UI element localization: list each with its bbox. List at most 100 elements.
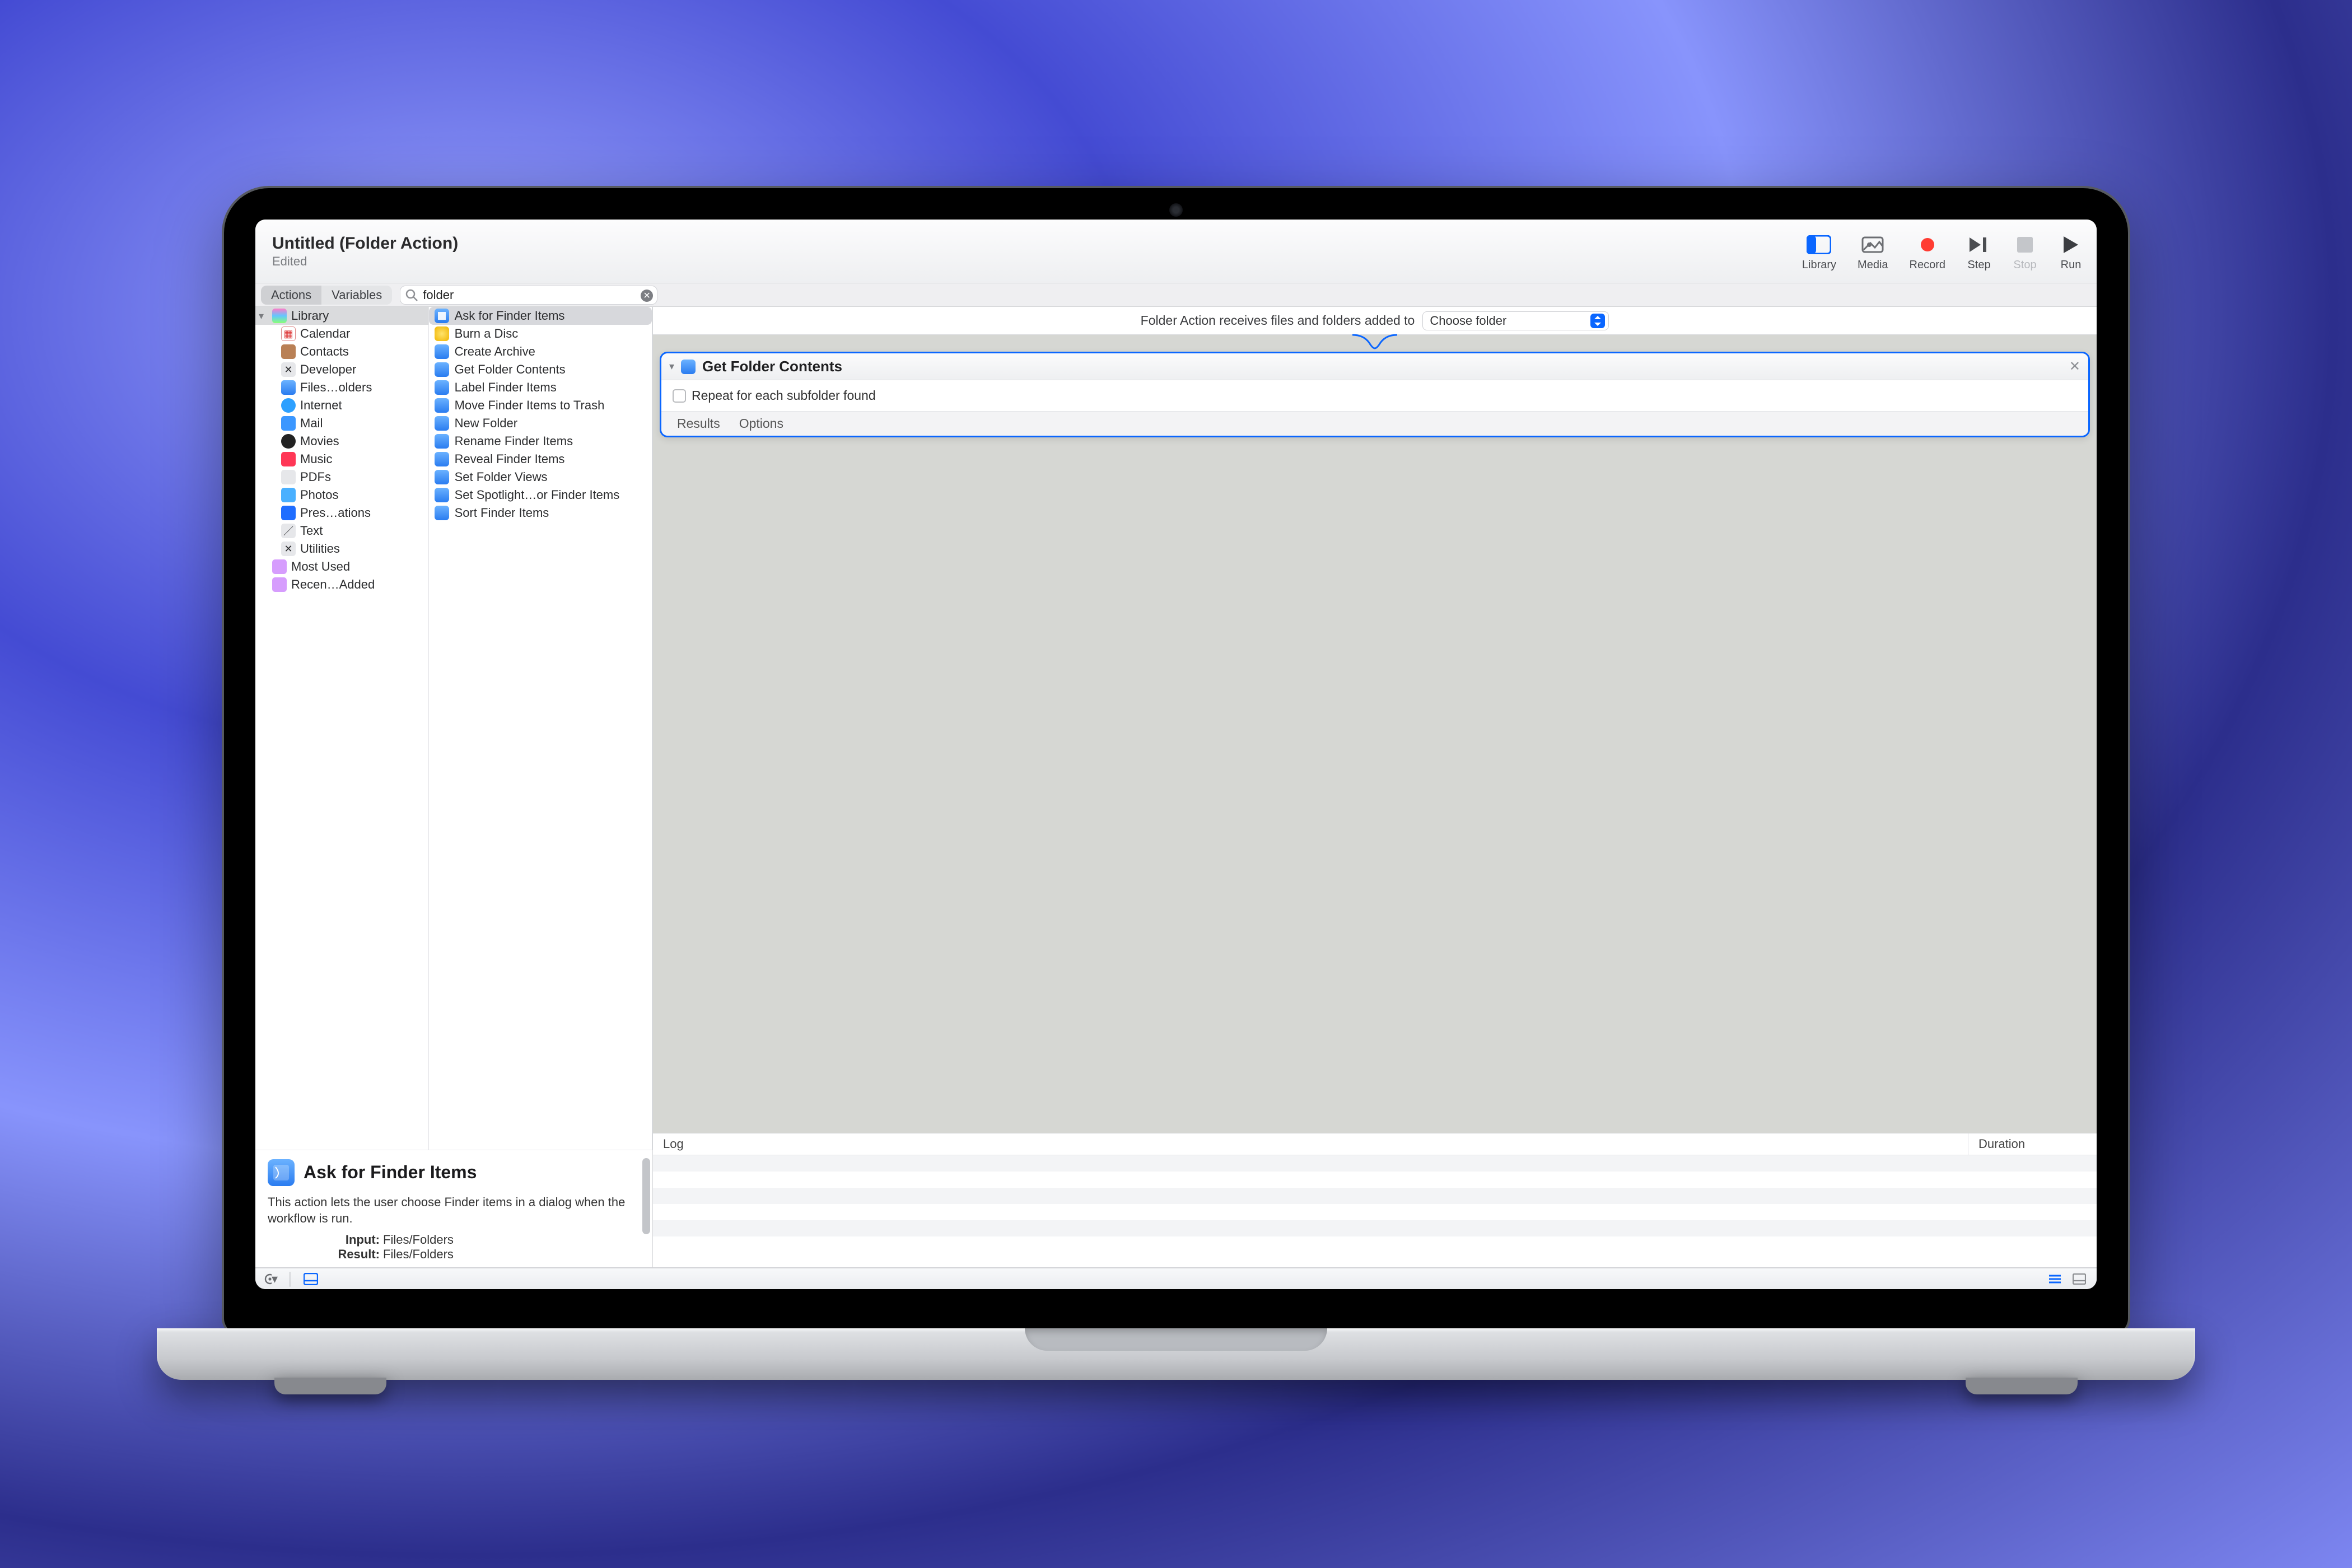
info-result-value: Files/Folders bbox=[383, 1247, 454, 1262]
hammer-icon: ✕ bbox=[281, 362, 296, 377]
photos-icon bbox=[281, 488, 296, 502]
text-icon: ／ bbox=[281, 524, 296, 538]
library-root[interactable]: ▾ Library bbox=[255, 307, 428, 325]
gear-icon[interactable]: ▾ bbox=[263, 1273, 278, 1285]
library-item-music[interactable]: Music bbox=[255, 450, 428, 468]
finder-icon bbox=[281, 380, 296, 395]
record-icon bbox=[1915, 234, 1940, 255]
app-window: Untitled (Folder Action) Edited Library bbox=[255, 220, 2097, 1289]
action-item[interactable]: New Folder bbox=[429, 414, 652, 432]
finder-icon bbox=[435, 344, 449, 359]
library-item-internet[interactable]: Internet bbox=[255, 396, 428, 414]
library-item-files[interactable]: Files…olders bbox=[255, 379, 428, 396]
folder-icon bbox=[272, 559, 287, 574]
card-options-button[interactable]: Options bbox=[739, 416, 783, 431]
finder-icon bbox=[435, 452, 449, 466]
library-tree[interactable]: ▾ Library ▦Calendar Contacts ✕Developer … bbox=[255, 307, 429, 1150]
burn-icon bbox=[435, 326, 449, 341]
workflow-input-label: Folder Action receives files and folders… bbox=[1141, 313, 1415, 328]
library-item-text[interactable]: ／Text bbox=[255, 522, 428, 540]
action-item[interactable]: Ask for Finder Items bbox=[429, 307, 652, 325]
list-view-button[interactable] bbox=[2047, 1273, 2062, 1285]
record-button[interactable]: Record bbox=[1910, 234, 1945, 272]
connector-icon bbox=[653, 335, 2097, 352]
action-list[interactable]: Ask for Finder Items Burn a Disc Create … bbox=[429, 307, 652, 1150]
workflow-action-card[interactable]: ▾ Get Folder Contents ✕ Repeat for each … bbox=[660, 352, 2090, 437]
log-panel: Log Duration bbox=[653, 1133, 2097, 1267]
action-item[interactable]: Set Spotlight…or Finder Items bbox=[429, 486, 652, 504]
library-item-photos[interactable]: Photos bbox=[255, 486, 428, 504]
action-item[interactable]: Reveal Finder Items bbox=[429, 450, 652, 468]
tab-actions[interactable]: Actions bbox=[261, 286, 321, 305]
clear-search-button[interactable]: ✕ bbox=[641, 290, 653, 302]
laptop-notch bbox=[1025, 1328, 1327, 1351]
card-results-button[interactable]: Results bbox=[677, 416, 720, 431]
library-item-developer[interactable]: ✕Developer bbox=[255, 361, 428, 379]
finder-icon bbox=[435, 398, 449, 413]
sidebar-icon bbox=[1807, 234, 1831, 255]
mail-icon bbox=[281, 416, 296, 431]
tab-variables[interactable]: Variables bbox=[321, 286, 392, 305]
library-button[interactable]: Library bbox=[1802, 234, 1836, 272]
repeat-subfolder-checkbox[interactable]: Repeat for each subfolder found bbox=[673, 388, 2077, 403]
action-info-panel: Ask for Finder Items This action lets th… bbox=[255, 1150, 652, 1267]
workflow-canvas[interactable]: Folder Action receives files and folders… bbox=[653, 307, 2097, 1267]
media-icon bbox=[1860, 234, 1885, 255]
action-item[interactable]: Rename Finder Items bbox=[429, 432, 652, 450]
library-item-presentations[interactable]: Pres…ations bbox=[255, 504, 428, 522]
utilities-icon: ✕ bbox=[281, 542, 296, 556]
library-recently-added[interactable]: Recen…Added bbox=[255, 576, 428, 594]
finder-icon bbox=[435, 470, 449, 484]
library-toolbar: Actions Variables ✕ bbox=[255, 283, 2097, 307]
library-item-calendar[interactable]: ▦Calendar bbox=[255, 325, 428, 343]
chevron-down-icon: ▾ bbox=[259, 310, 268, 322]
library-item-contacts[interactable]: Contacts bbox=[255, 343, 428, 361]
stop-icon bbox=[2013, 234, 2037, 255]
action-item[interactable]: Create Archive bbox=[429, 343, 652, 361]
log-column-header[interactable]: Log bbox=[653, 1133, 1968, 1155]
media-button[interactable]: Media bbox=[1858, 234, 1888, 272]
music-icon bbox=[281, 452, 296, 466]
run-button[interactable]: Run bbox=[2059, 234, 2083, 272]
action-item[interactable]: Label Finder Items bbox=[429, 379, 652, 396]
titlebar: Untitled (Folder Action) Edited Library bbox=[255, 220, 2097, 283]
search-input[interactable] bbox=[400, 286, 657, 305]
finder-icon bbox=[681, 360, 696, 374]
grid-view-button[interactable] bbox=[2072, 1273, 2087, 1285]
step-icon bbox=[1967, 234, 1991, 255]
action-item[interactable]: Set Folder Views bbox=[429, 468, 652, 486]
finder-icon bbox=[435, 488, 449, 502]
action-item[interactable]: Move Finder Items to Trash bbox=[429, 396, 652, 414]
quicktime-icon bbox=[281, 434, 296, 449]
choose-folder-dropdown[interactable]: Choose folder bbox=[1422, 311, 1609, 330]
finder-icon bbox=[435, 362, 449, 377]
library-most-used[interactable]: Most Used bbox=[255, 558, 428, 576]
finder-icon bbox=[435, 434, 449, 449]
finder-icon bbox=[268, 1159, 295, 1186]
library-item-utilities[interactable]: ✕Utilities bbox=[255, 540, 428, 558]
info-title: Ask for Finder Items bbox=[304, 1162, 477, 1183]
panel-toggle-button[interactable] bbox=[304, 1273, 318, 1285]
library-item-movies[interactable]: Movies bbox=[255, 432, 428, 450]
close-card-button[interactable]: ✕ bbox=[2069, 358, 2080, 375]
webcam-icon bbox=[1169, 203, 1183, 217]
finder-icon bbox=[435, 416, 449, 431]
info-input-label: Input: bbox=[312, 1233, 380, 1247]
action-item[interactable]: Sort Finder Items bbox=[429, 504, 652, 522]
library-item-pdfs[interactable]: PDFs bbox=[255, 468, 428, 486]
log-rows bbox=[653, 1155, 2097, 1267]
library-item-mail[interactable]: Mail bbox=[255, 414, 428, 432]
screen-bezel: Untitled (Folder Action) Edited Library bbox=[224, 188, 2128, 1334]
checkbox-icon bbox=[673, 389, 686, 403]
duration-column-header[interactable]: Duration bbox=[1968, 1133, 2097, 1155]
calendar-icon: ▦ bbox=[281, 326, 296, 341]
chevron-down-icon[interactable]: ▾ bbox=[669, 361, 674, 372]
step-button[interactable]: Step bbox=[1967, 234, 1991, 272]
action-item[interactable]: Burn a Disc bbox=[429, 325, 652, 343]
pdf-icon bbox=[281, 470, 296, 484]
action-item[interactable]: Get Folder Contents bbox=[429, 361, 652, 379]
scrollbar-thumb[interactable] bbox=[642, 1158, 650, 1234]
main-area: ▾ Library ▦Calendar Contacts ✕Developer … bbox=[255, 307, 2097, 1268]
finder-icon bbox=[435, 380, 449, 395]
window-subtitle: Edited bbox=[272, 254, 1802, 269]
